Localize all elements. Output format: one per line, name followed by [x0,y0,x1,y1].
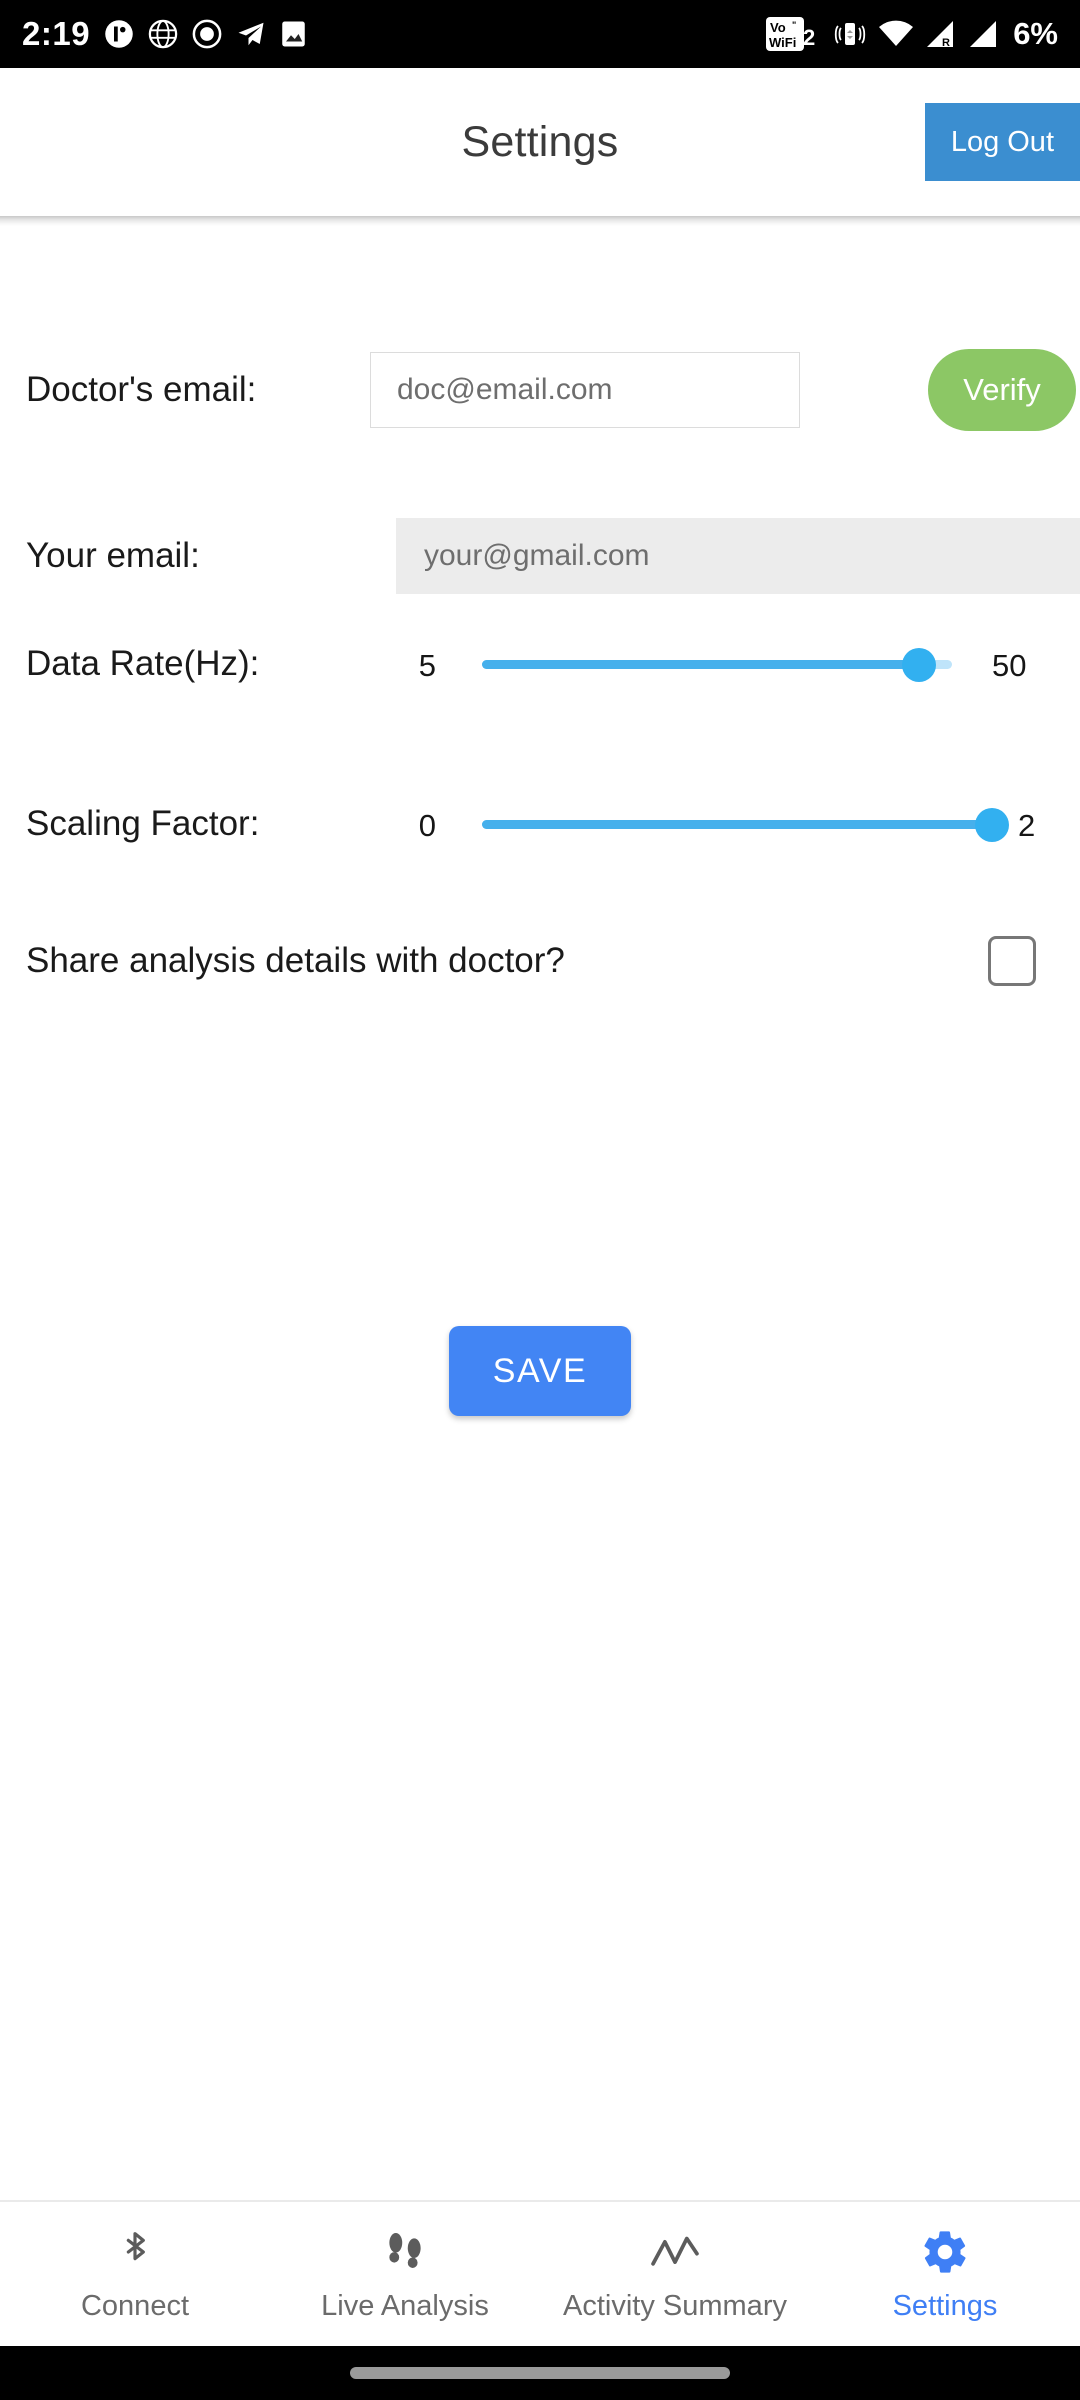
verify-button[interactable]: Verify [928,349,1076,431]
line-chart-icon [648,2226,702,2278]
notification-badge-icon [104,19,134,49]
nav-item-activity-summary[interactable]: Activity Summary [540,2202,810,2346]
cellular-roaming-icon: R [925,18,957,50]
data-rate-min-label: 5 [418,648,436,683]
svg-text:Vo: Vo [770,20,786,35]
data-rate-slider-fill [482,660,920,669]
nav-label-live-analysis: Live Analysis [321,2289,489,2322]
status-bar: 2:19 Vo " WiFi 2 R 6% [0,0,1080,68]
scaling-factor-label: Scaling Factor: [26,804,260,843]
svg-text:2: 2 [803,25,815,50]
your-email-row: Your email: [26,516,1080,596]
vibrate-icon [833,17,867,51]
your-email-input[interactable] [396,518,1080,594]
data-rate-row: Data Rate(Hz): 5 50 [26,634,1080,694]
app-bar-divider [0,216,1080,226]
doctor-email-label: Doctor's email: [26,370,257,409]
nav-item-settings[interactable]: Settings [810,2202,1080,2346]
page-title: Settings [461,117,619,166]
data-rate-label: Data Rate(Hz): [26,644,260,683]
bottom-navigation: Connect Live Analysis Activity Summary S… [0,2200,1080,2346]
settings-screen: 2:19 Vo " WiFi 2 R 6% Settings Log Out D… [0,0,1080,2400]
svg-text:": " [792,20,796,30]
status-bar-right: Vo " WiFi 2 R 6% [766,15,1058,53]
share-details-label: Share analysis details with doctor? [26,941,565,980]
nav-label-connect: Connect [80,2289,189,2322]
your-email-label: Your email: [26,536,200,575]
record-circle-icon [192,19,222,49]
app-bar: Settings Log Out [0,68,1080,216]
gesture-bar [0,2346,1080,2400]
gear-icon [920,2226,970,2278]
data-rate-max-label: 50 [992,648,1027,683]
nav-item-connect[interactable]: Connect [0,2202,270,2346]
scaling-factor-min-label: 0 [418,808,436,843]
scaling-factor-max-label: 2 [1018,808,1036,843]
gesture-pill[interactable] [350,2367,730,2379]
status-clock: 2:19 [22,15,91,52]
vowifi-icon: Vo " WiFi 2 [766,15,822,53]
scaling-factor-slider-fill [482,820,992,829]
cellular-signal-icon [968,18,1000,50]
logout-button[interactable]: Log Out [924,103,1080,181]
data-rate-slider[interactable] [482,647,952,682]
scaling-factor-slider-thumb[interactable] [975,807,1009,842]
globe-icon [148,19,178,49]
share-details-row: Share analysis details with doctor? [26,926,1080,996]
data-rate-slider-thumb[interactable] [902,647,937,682]
bluetooth-icon [114,2226,156,2278]
image-icon [280,19,307,49]
wifi-icon [878,19,914,49]
scaling-factor-row: Scaling Factor: 0 2 [26,794,1080,854]
footsteps-icon [382,2226,428,2278]
scaling-factor-slider[interactable] [482,807,1009,842]
nav-item-live-analysis[interactable]: Live Analysis [270,2202,540,2346]
doctor-email-input[interactable] [370,352,800,428]
settings-form: Doctor's email: Verify Your email: Data … [0,226,1080,2200]
status-bar-left: 2:19 [22,15,307,53]
nav-label-settings: Settings [892,2289,998,2322]
nav-label-activity-summary: Activity Summary [563,2289,787,2322]
save-button[interactable]: SAVE [449,1326,631,1416]
svg-text:R: R [942,37,950,49]
doctor-email-row: Doctor's email: Verify [26,349,1080,431]
battery-percentage: 6% [1013,16,1058,51]
share-details-checkbox[interactable] [988,936,1036,986]
svg-text:WiFi: WiFi [769,35,796,50]
telegram-icon [236,19,266,49]
